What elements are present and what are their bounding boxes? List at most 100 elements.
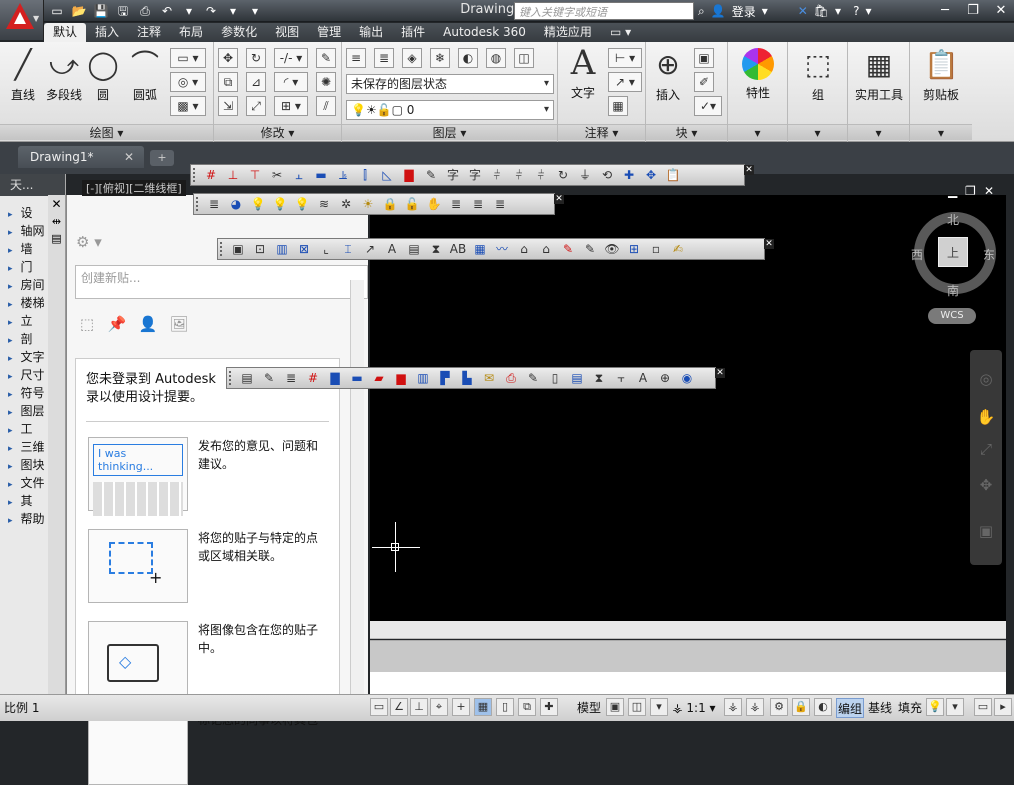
panel-layers-title[interactable]: 图层 ▾: [342, 124, 557, 140]
toolbar-command-icon[interactable]: ↗: [360, 240, 380, 258]
baseline-toggle[interactable]: 基线: [866, 698, 894, 718]
circle-button[interactable]: ◯ 圆: [86, 48, 120, 103]
properties-button[interactable]: 特性: [736, 48, 780, 101]
toolbar-command-icon[interactable]: ⫿: [355, 166, 375, 184]
rectangle-button[interactable]: ▭ ▾: [170, 48, 206, 68]
toolbar-command-icon[interactable]: ⏚: [575, 166, 595, 184]
erase-icon[interactable]: ✎: [316, 48, 336, 68]
annotation-scale[interactable]: ⚶ 1:1 ▾: [668, 698, 720, 718]
tab-annotate[interactable]: 注释: [128, 23, 170, 42]
compass-east[interactable]: 东: [983, 246, 995, 263]
panel-modify-title[interactable]: 修改 ▾: [214, 124, 341, 140]
layer-state-dropdown[interactable]: 未保存的图层状态: [346, 74, 554, 94]
fill-toggle[interactable]: 填充: [896, 698, 924, 718]
toolbar-command-icon[interactable]: ✎: [558, 240, 578, 258]
polyline-button[interactable]: ⤻ 多段线: [44, 48, 84, 103]
toolbar-close-icon[interactable]: ✕: [744, 165, 754, 175]
array-icon[interactable]: ⊞ ▾: [274, 96, 308, 116]
toolbar-command-icon[interactable]: 字: [465, 166, 485, 184]
hatch-button[interactable]: ▩ ▾: [170, 96, 206, 116]
ribbon-options-icon[interactable]: ▭ ▾: [601, 23, 640, 42]
panel-properties[interactable]: 特性 ▾: [728, 42, 788, 142]
toolbar-command-icon[interactable]: ⌂: [514, 240, 534, 258]
hardware-accel-icon[interactable]: ◐: [814, 698, 832, 716]
current-layer-dropdown[interactable]: 💡☀🔓▢ 0: [346, 100, 554, 120]
table-icon[interactable]: ▦: [608, 96, 628, 116]
compass-north[interactable]: 北: [947, 211, 959, 228]
user-icon[interactable]: 👤: [711, 4, 726, 18]
tab-home[interactable]: 默认: [44, 23, 87, 42]
tab-plugins[interactable]: 插件: [392, 23, 434, 42]
text-button[interactable]: A 文字: [562, 46, 604, 101]
toolbar-command-icon[interactable]: ✋: [424, 195, 444, 213]
toolbar-command-icon[interactable]: 💡: [292, 195, 312, 213]
group-button[interactable]: ⬚ 组: [796, 48, 840, 103]
toolbar-command-icon[interactable]: ▥: [272, 240, 292, 258]
binoculars-icon[interactable]: ⌕: [698, 4, 705, 19]
toolbar-command-icon[interactable]: ✉: [479, 369, 499, 387]
toolbar-command-icon[interactable]: ⌶: [338, 240, 358, 258]
leader-icon[interactable]: ↗ ▾: [608, 72, 642, 92]
feed-scrollbar[interactable]: [350, 280, 364, 721]
close-icon[interactable]: ✕: [987, 1, 1014, 21]
fillet-icon[interactable]: ◜ ▾: [274, 72, 308, 92]
selection-cycling-icon[interactable]: ✚: [540, 698, 558, 716]
layer-freeze-icon[interactable]: ❄: [430, 48, 450, 68]
toolbar-command-icon[interactable]: ▙: [457, 369, 477, 387]
toolbar-command-icon[interactable]: ▰: [369, 369, 389, 387]
toolbar-command-icon[interactable]: ⊠: [294, 240, 314, 258]
snap-icon[interactable]: ▭: [370, 698, 388, 716]
toolbar-command-icon[interactable]: ⊥: [223, 166, 243, 184]
minimize-icon[interactable]: ─: [931, 1, 959, 21]
otrack-icon[interactable]: ▦: [474, 698, 492, 716]
line-button[interactable]: ╱ 直线: [4, 48, 42, 103]
toolbar-command-icon[interactable]: #: [201, 166, 221, 184]
toolbar-command-icon[interactable]: ▫: [646, 240, 666, 258]
login-link[interactable]: 登录: [732, 3, 756, 20]
toolbar-command-icon[interactable]: 🔓: [402, 195, 422, 213]
utilities-button[interactable]: ▦ 实用工具: [850, 48, 908, 103]
toolbar-command-icon[interactable]: ▤: [567, 369, 587, 387]
new-tab-icon[interactable]: +: [150, 150, 174, 166]
pin-icon[interactable]: 📌: [107, 315, 127, 333]
app-store-icon[interactable]: 🛍: [814, 4, 829, 18]
polar-icon[interactable]: ⌖: [430, 698, 448, 716]
toolbar-command-icon[interactable]: ⊕: [655, 369, 675, 387]
insert-button[interactable]: ⊕ 插入: [650, 48, 686, 103]
toolbar-command-icon[interactable]: ⫩: [531, 166, 551, 184]
toolbar-command-icon[interactable]: 字: [443, 166, 463, 184]
help-dropdown-icon[interactable]: ▾: [865, 4, 871, 18]
toolbar-command-icon[interactable]: ✥: [641, 166, 661, 184]
toolbar-command-icon[interactable]: ☀: [358, 195, 378, 213]
toolbar-command-icon[interactable]: ⟲: [597, 166, 617, 184]
auto-scale-icon[interactable]: ⚶: [746, 698, 764, 716]
compass-west[interactable]: 西: [911, 246, 923, 263]
sync-dropdown-icon[interactable]: ▾: [835, 4, 841, 18]
tab-insert[interactable]: 插入: [86, 23, 128, 42]
wcs-menu[interactable]: WCS: [928, 308, 976, 324]
layout-dropdown-icon[interactable]: ▾: [650, 698, 668, 716]
move-icon[interactable]: ✥: [218, 48, 238, 68]
toolbar-command-icon[interactable]: ⫡: [333, 166, 353, 184]
mirror-icon[interactable]: ⊿: [246, 72, 266, 92]
create-block-icon[interactable]: ▣: [694, 48, 714, 68]
tab-featured-apps[interactable]: 精选应用: [535, 23, 601, 42]
feed-close-icon[interactable]: ✕: [48, 197, 65, 211]
panel-groups[interactable]: ⬚ 组 ▾: [788, 42, 848, 142]
copy-icon[interactable]: ⧉: [218, 72, 238, 92]
tag-user-icon[interactable]: 👤: [138, 315, 158, 333]
tab-parametric[interactable]: 参数化: [212, 23, 266, 42]
attach-image-icon[interactable]: 🖼: [169, 315, 189, 333]
edit-block-icon[interactable]: ✐: [694, 72, 714, 92]
arc-button[interactable]: ⌒ 圆弧: [128, 48, 162, 103]
toolbar-command-icon[interactable]: ✎: [421, 166, 441, 184]
toolbar-command-icon[interactable]: 👁: [602, 240, 622, 258]
clipboard-button[interactable]: 📋 剪贴板: [914, 48, 968, 103]
toolbar-command-icon[interactable]: ⫟: [611, 369, 631, 387]
tab-manage[interactable]: 管理: [308, 23, 350, 42]
toolbar-command-icon[interactable]: ▥: [413, 369, 433, 387]
toolbar-command-icon[interactable]: ⊞: [624, 240, 644, 258]
toolbar-command-icon[interactable]: ▬: [347, 369, 367, 387]
trim-icon[interactable]: -/- ▾: [274, 48, 308, 68]
toolbar-command-icon[interactable]: ◉: [677, 369, 697, 387]
